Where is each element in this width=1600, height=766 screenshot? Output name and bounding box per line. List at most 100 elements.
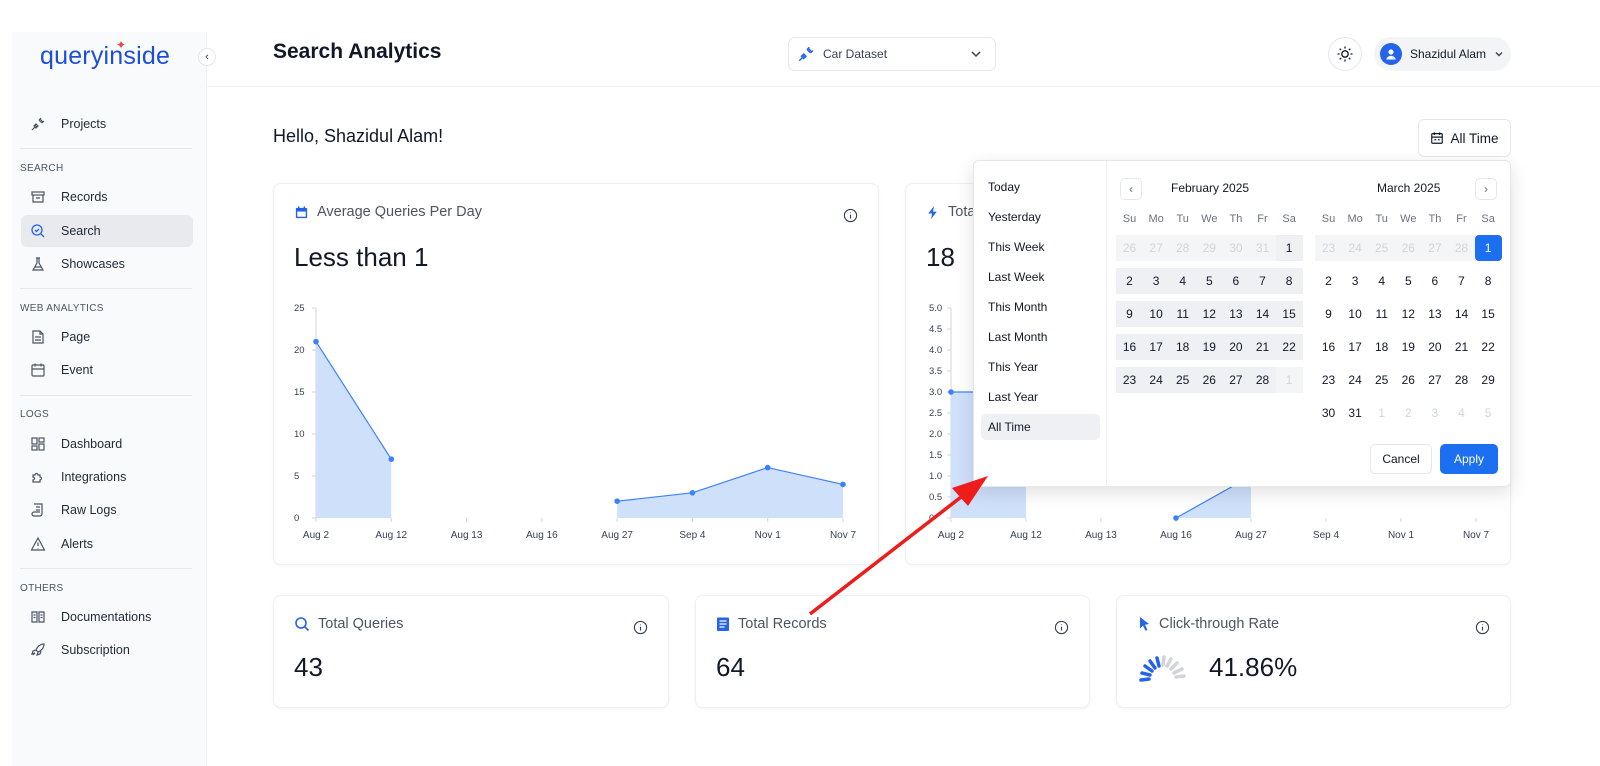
logo[interactable]: queryinside ✦	[40, 38, 170, 71]
data-point[interactable]	[614, 498, 620, 504]
calendar-day[interactable]: 13	[1421, 301, 1448, 327]
calendar-day[interactable]: 5	[1395, 268, 1422, 294]
calendar-day[interactable]: 1	[1474, 235, 1502, 261]
calendar-day[interactable]: 26	[1116, 235, 1143, 261]
calendar-day[interactable]: 19	[1395, 334, 1422, 360]
calendar-day[interactable]: 4	[1448, 400, 1475, 426]
next-month-button[interactable]: ›	[1475, 178, 1497, 200]
calendar-day[interactable]: 3	[1342, 268, 1369, 294]
sidebar-item-event[interactable]: Event	[21, 354, 193, 386]
calendar-day[interactable]: 14	[1249, 301, 1276, 327]
calendar-day[interactable]: 24	[1341, 235, 1369, 261]
data-point[interactable]	[689, 490, 696, 496]
calendar-day[interactable]: 29	[1475, 367, 1502, 393]
calendar-day[interactable]: 9	[1116, 301, 1143, 327]
calendar-day[interactable]: 27	[1142, 235, 1170, 261]
calendar-day[interactable]: 26	[1395, 367, 1422, 393]
calendar-day[interactable]: 23	[1116, 367, 1143, 393]
preset-this-year[interactable]: This Year	[981, 354, 1100, 380]
calendar-day[interactable]: 5	[1475, 400, 1502, 426]
sidebar-item-documentations[interactable]: Documentations	[21, 601, 193, 633]
sidebar-item-raw-logs[interactable]: Raw Logs	[21, 494, 193, 526]
calendar-day[interactable]: 4	[1169, 268, 1197, 294]
calendar-day[interactable]: 1	[1275, 235, 1303, 261]
calendar-day[interactable]: 29	[1195, 235, 1223, 261]
calendar-day[interactable]: 2	[1315, 268, 1342, 294]
calendar-day[interactable]: 18	[1368, 334, 1395, 360]
calendar-day[interactable]: 30	[1315, 400, 1342, 426]
preset-last-week[interactable]: Last Week	[981, 264, 1100, 290]
calendar-day[interactable]: 7	[1448, 268, 1475, 294]
preset-last-month[interactable]: Last Month	[981, 324, 1100, 350]
calendar-day[interactable]: 25	[1169, 367, 1197, 393]
calendar-day[interactable]: 9	[1315, 301, 1342, 327]
sidebar-item-alerts[interactable]: Alerts	[21, 528, 193, 560]
preset-yesterday[interactable]: Yesterday	[981, 204, 1100, 230]
calendar-day[interactable]: 28	[1448, 367, 1475, 393]
calendar-day[interactable]: 17	[1142, 334, 1170, 360]
sidebar-item-search[interactable]: Search	[21, 215, 193, 247]
sidebar-item-subscription[interactable]: Subscription	[21, 634, 193, 666]
calendar-day[interactable]: 2	[1395, 400, 1422, 426]
preset-this-month[interactable]: This Month	[981, 294, 1100, 320]
calendar-day[interactable]: 27	[1222, 367, 1250, 393]
cancel-button[interactable]: Cancel	[1370, 444, 1432, 474]
user-menu-button[interactable]: Shazidul Alam	[1374, 37, 1511, 71]
sidebar-item-projects[interactable]: Projects	[21, 108, 193, 140]
calendar-day[interactable]: 11	[1368, 301, 1395, 327]
calendar-day[interactable]: 20	[1421, 334, 1448, 360]
calendar-day[interactable]: 28	[1249, 367, 1276, 393]
date-range-button[interactable]: All Time	[1418, 119, 1511, 157]
apply-button[interactable]: Apply	[1440, 444, 1498, 474]
calendar-day[interactable]: 22	[1275, 334, 1303, 360]
calendar-day[interactable]: 21	[1249, 334, 1276, 360]
calendar-day[interactable]: 24	[1342, 367, 1369, 393]
sidebar-item-records[interactable]: Records	[21, 181, 193, 213]
info-icon[interactable]	[1054, 620, 1069, 635]
calendar-day[interactable]: 15	[1275, 301, 1303, 327]
calendar-day[interactable]: 18	[1169, 334, 1197, 360]
calendar-day[interactable]: 28	[1169, 235, 1197, 261]
calendar-day[interactable]: 26	[1195, 367, 1223, 393]
data-point[interactable]	[948, 389, 954, 395]
calendar-day[interactable]: 1	[1368, 400, 1395, 426]
preset-today[interactable]: Today	[981, 174, 1100, 200]
dataset-select[interactable]: Car Dataset	[788, 37, 996, 71]
calendar-day[interactable]: 21	[1448, 334, 1475, 360]
data-point[interactable]	[313, 338, 319, 345]
calendar-day[interactable]: 13	[1222, 301, 1250, 327]
calendar-day[interactable]: 23	[1315, 367, 1342, 393]
collapse-sidebar-button[interactable]: ‹	[198, 48, 216, 66]
info-icon[interactable]	[1475, 620, 1490, 635]
sidebar-item-dashboard[interactable]: Dashboard	[21, 428, 193, 460]
calendar-day[interactable]: 8	[1475, 268, 1502, 294]
calendar-day[interactable]: 23	[1315, 235, 1342, 261]
calendar-day[interactable]: 26	[1394, 235, 1422, 261]
calendar-day[interactable]: 4	[1368, 268, 1395, 294]
calendar-day[interactable]: 17	[1342, 334, 1369, 360]
calendar-day[interactable]: 30	[1222, 235, 1250, 261]
calendar-day[interactable]: 10	[1342, 301, 1369, 327]
preset-all-time[interactable]: All Time	[981, 414, 1100, 440]
sidebar-item-showcases[interactable]: Showcases	[21, 248, 193, 280]
calendar-day[interactable]: 20	[1222, 334, 1250, 360]
info-icon[interactable]	[633, 620, 648, 635]
calendar-day[interactable]: 6	[1421, 268, 1448, 294]
calendar-day[interactable]: 27	[1421, 367, 1448, 393]
theme-toggle-button[interactable]	[1328, 37, 1362, 71]
calendar-day[interactable]: 25	[1368, 235, 1396, 261]
calendar-day[interactable]: 1	[1275, 367, 1303, 393]
calendar-day[interactable]: 27	[1421, 235, 1449, 261]
calendar-day[interactable]: 7	[1249, 268, 1276, 294]
calendar-day[interactable]: 11	[1169, 301, 1197, 327]
calendar-day[interactable]: 8	[1275, 268, 1303, 294]
calendar-day[interactable]: 2	[1116, 268, 1143, 294]
calendar-day[interactable]: 31	[1249, 235, 1276, 261]
data-point[interactable]	[388, 456, 395, 462]
calendar-day[interactable]: 28	[1448, 235, 1475, 261]
calendar-day[interactable]: 3	[1421, 400, 1448, 426]
prev-month-button[interactable]: ‹	[1120, 178, 1142, 200]
calendar-day[interactable]: 12	[1195, 301, 1223, 327]
calendar-day[interactable]: 3	[1142, 268, 1170, 294]
calendar-day[interactable]: 22	[1475, 334, 1502, 360]
